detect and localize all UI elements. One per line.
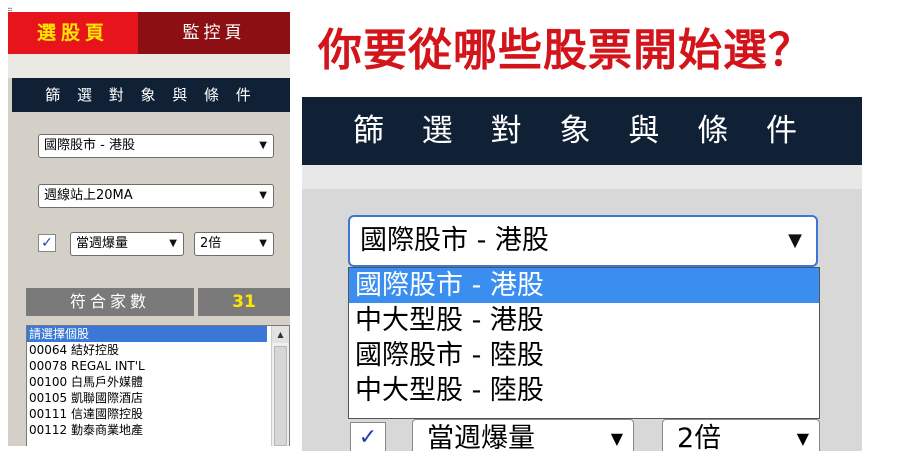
chevron-down-icon: ▼	[259, 140, 267, 151]
list-item[interactable]: 00100 白馬戶外媒體	[27, 374, 267, 390]
market-select-value: 國際股市 - 港股	[44, 138, 135, 153]
match-count-value: 31	[198, 288, 290, 316]
multiplier-select[interactable]: 2倍 ▼	[194, 232, 274, 256]
multiplier-select-zoomed[interactable]: 2倍 ▼	[662, 419, 820, 451]
chevron-down-icon: ▼	[610, 429, 623, 448]
tab-stock-selection[interactable]: 選股頁	[8, 12, 138, 54]
tab-bar: ⠿ 選股頁 監控頁	[8, 6, 290, 54]
chevron-down-icon: ▼	[259, 238, 267, 249]
zoomed-panel-header: 篩 選 對 象 與 條 件	[302, 97, 862, 165]
dropdown-option[interactable]: 中大型股 - 陸股	[349, 373, 819, 408]
market-select-zoomed-value: 國際股市 - 港股	[360, 225, 549, 256]
multiplier-select-value: 2倍	[200, 236, 222, 251]
dropdown-option[interactable]: 國際股市 - 陸股	[349, 338, 819, 373]
list-item[interactable]: 00078 REGAL INT'L	[27, 358, 267, 374]
tab-separator	[8, 54, 290, 78]
chevron-down-icon: ▼	[169, 238, 177, 249]
match-count-row: 符合家數 31	[26, 288, 290, 316]
chevron-down-icon: ▼	[788, 230, 802, 251]
market-select[interactable]: 國際股市 - 港股 ▼	[38, 134, 274, 158]
page-title: 你要從哪些股票開始選？	[318, 25, 813, 76]
chevron-down-icon: ▼	[259, 190, 267, 201]
stock-list[interactable]: 請選擇個股 00064 結好控股 00078 REGAL INT'L 00100…	[26, 325, 290, 446]
volume-select-zoomed-value: 當週爆量	[427, 423, 535, 451]
zoomed-panel: 篩 選 對 象 與 條 件 國際股市 - 港股 ▼ 國際股市 - 港股 中大型股…	[302, 97, 862, 451]
volume-select[interactable]: 當週爆量 ▼	[70, 232, 184, 256]
multiplier-select-zoomed-value: 2倍	[677, 423, 722, 451]
scroll-thumb[interactable]	[274, 346, 287, 446]
screener-panel: ⠿ 選股頁 監控頁 篩 選 對 象 與 條 件 國際股市 - 港股 ▼ 週線站上…	[8, 6, 290, 446]
scroll-up-icon[interactable]: ▲	[272, 326, 289, 343]
condition-select-value: 週線站上20MA	[44, 188, 133, 203]
volume-checkbox[interactable]: ✓	[38, 234, 56, 252]
list-item[interactable]: 00111 信達國際控股	[27, 406, 267, 422]
list-item[interactable]: 00112 勤泰商業地產	[27, 422, 267, 438]
chevron-down-icon: ▼	[796, 429, 809, 448]
condition-select[interactable]: 週線站上20MA ▼	[38, 184, 274, 208]
volume-select-zoomed[interactable]: 當週爆量 ▼	[412, 419, 634, 451]
list-item[interactable]: 00105 凱聯國際酒店	[27, 390, 267, 406]
volume-checkbox-zoomed[interactable]: ✓	[350, 422, 386, 451]
tab-monitor[interactable]: 監控頁	[138, 12, 290, 54]
dropdown-option[interactable]: 中大型股 - 港股	[349, 303, 819, 338]
match-count-label: 符合家數	[26, 288, 194, 316]
list-item[interactable]: 請選擇個股	[27, 326, 267, 342]
market-select-zoomed[interactable]: 國際股市 - 港股 ▼	[348, 215, 818, 267]
panel-header: 篩 選 對 象 與 條 件	[12, 78, 290, 112]
list-scrollbar[interactable]: ▲	[271, 326, 289, 446]
volume-select-value: 當週爆量	[76, 236, 129, 251]
market-dropdown-menu[interactable]: 國際股市 - 港股 中大型股 - 港股 國際股市 - 陸股 中大型股 - 陸股	[348, 267, 820, 419]
list-item[interactable]: 00064 結好控股	[27, 342, 267, 358]
zoomed-separator	[302, 165, 862, 189]
dropdown-option[interactable]: 國際股市 - 港股	[349, 268, 819, 303]
